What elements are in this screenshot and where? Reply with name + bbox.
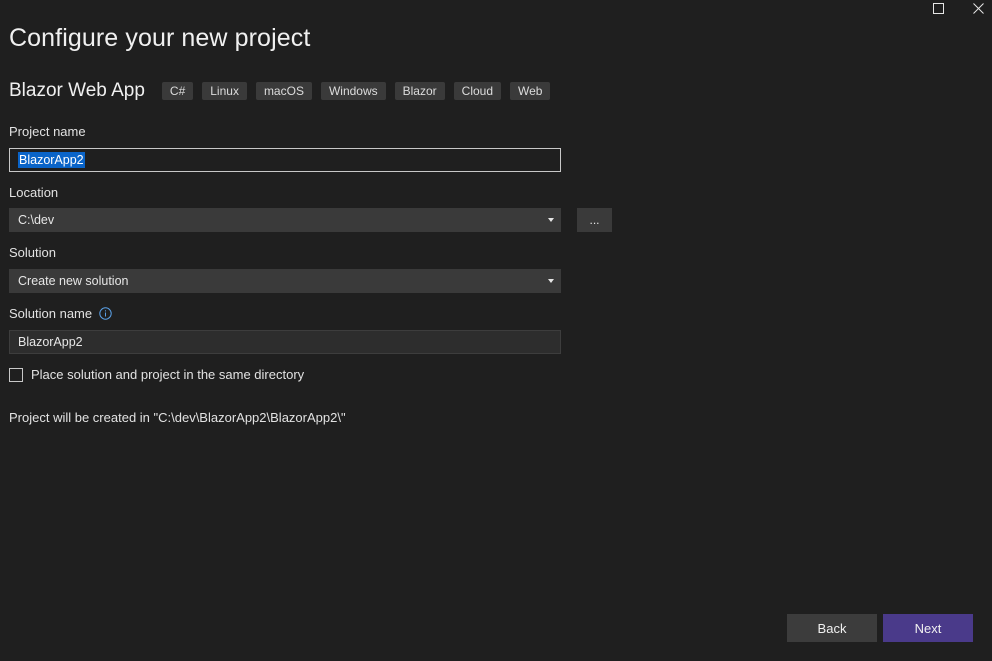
chevron-down-icon bbox=[548, 279, 554, 283]
back-button[interactable]: Back bbox=[787, 614, 877, 642]
location-dropdown[interactable]: C:\dev bbox=[9, 208, 561, 232]
project-name-input[interactable]: BlazorApp2 bbox=[9, 148, 561, 172]
close-icon bbox=[972, 2, 984, 14]
solution-name-label: Solution name bbox=[9, 306, 93, 321]
next-button[interactable]: Next bbox=[883, 614, 973, 642]
location-label: Location bbox=[9, 185, 59, 200]
tag-blazor: Blazor bbox=[394, 82, 445, 100]
solution-name-value: BlazorApp2 bbox=[18, 335, 83, 349]
maximize-button[interactable] bbox=[918, 0, 958, 16]
tag-cloud: Cloud bbox=[453, 82, 502, 100]
same-directory-checkbox[interactable] bbox=[9, 367, 23, 382]
close-button[interactable] bbox=[958, 0, 992, 16]
template-name: Blazor Web App bbox=[9, 80, 145, 101]
chevron-down-icon bbox=[548, 218, 554, 222]
project-name-label: Project name bbox=[9, 124, 86, 139]
tag-linux: Linux bbox=[202, 82, 247, 100]
same-directory-label: Place solution and project in the same d… bbox=[31, 367, 305, 382]
same-directory-option: Place solution and project in the same d… bbox=[9, 367, 304, 382]
tag-csharp: C# bbox=[161, 82, 194, 100]
tag-windows: Windows bbox=[320, 82, 386, 100]
solution-name-input[interactable]: BlazorApp2 bbox=[9, 330, 561, 354]
browse-button[interactable]: ... bbox=[577, 208, 612, 232]
solution-label: Solution bbox=[9, 245, 56, 260]
tag-macos: macOS bbox=[255, 82, 312, 100]
info-icon[interactable] bbox=[99, 307, 112, 320]
tag-web: Web bbox=[510, 82, 551, 100]
solution-name-label-row: Solution name bbox=[9, 306, 112, 321]
page-title: Configure your new project bbox=[9, 24, 311, 52]
project-name-value: BlazorApp2 bbox=[18, 152, 85, 168]
maximize-icon bbox=[932, 2, 944, 14]
template-header: Blazor Web App C# Linux macOS Windows Bl… bbox=[9, 78, 559, 104]
solution-dropdown[interactable]: Create new solution bbox=[9, 269, 561, 293]
solution-value: Create new solution bbox=[18, 274, 129, 288]
project-path-summary: Project will be created in "C:\dev\Blazo… bbox=[9, 410, 346, 425]
location-value: C:\dev bbox=[18, 213, 55, 227]
